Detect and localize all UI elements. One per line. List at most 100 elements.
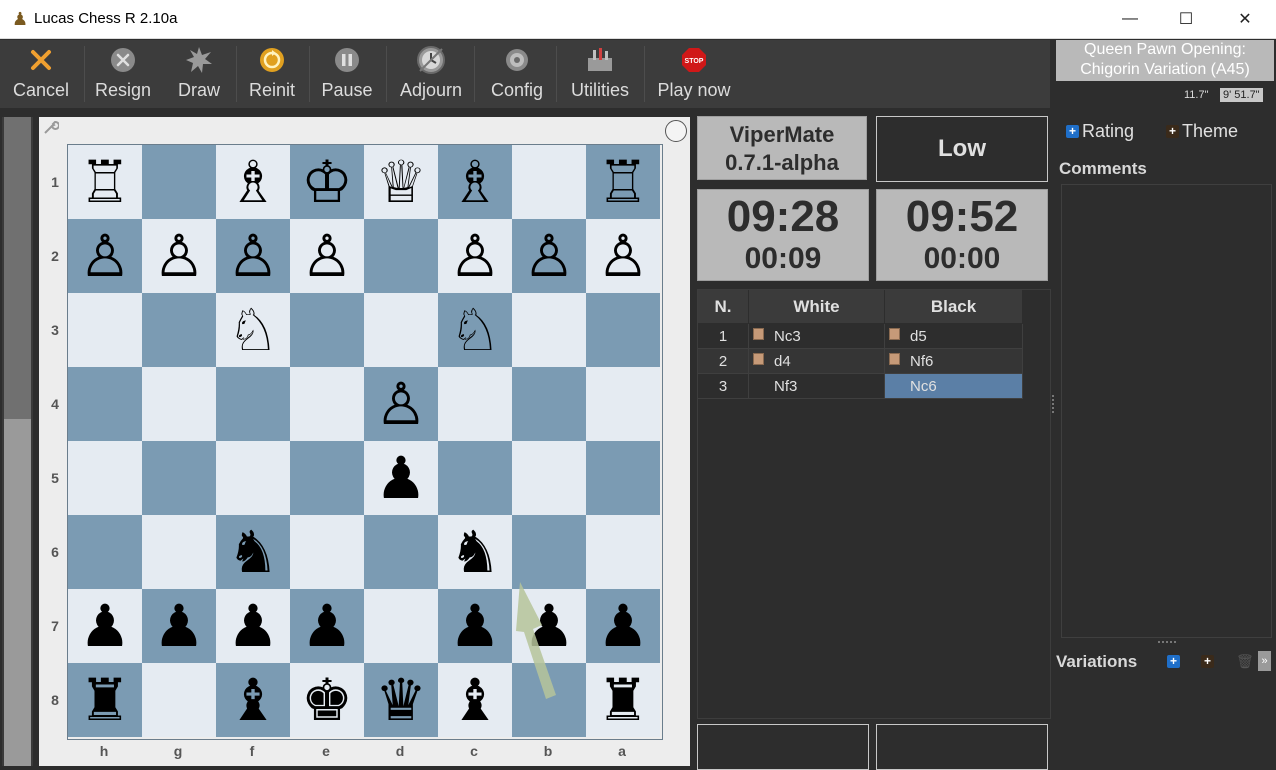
move-slider[interactable] — [2, 117, 33, 766]
chess-board[interactable]: ♖ ♗ ♔ ♕ ♗ ♖ ♙ ♙ ♙ ♙ ♙ ♙ ♙ ♘ ♘ ♙ ♟ ♞ ♞ ♟ ♟ ♟ ♟ ♟ ♟ ♟ ♜ ♝ ♚ ♛ ♝ ♜ — [67, 144, 663, 740]
play-now-button[interactable]: STOP Play now — [654, 40, 734, 108]
chess-piece[interactable]: ♙ — [449, 227, 501, 285]
board-square[interactable] — [68, 367, 142, 441]
utilities-button[interactable]: Utilities — [562, 40, 638, 108]
board-square[interactable]: ♖ — [586, 145, 660, 219]
rating-toggle[interactable]: + Rating — [1066, 121, 1134, 142]
add-variation-alt-icon[interactable]: + — [1201, 655, 1214, 668]
chess-piece[interactable]: ♟ — [449, 597, 501, 655]
board-square[interactable] — [142, 145, 216, 219]
chess-piece[interactable]: ♙ — [227, 227, 279, 285]
board-square[interactable]: ♝ — [216, 663, 290, 737]
board-square[interactable] — [438, 367, 512, 441]
table-row[interactable]: 2 d4 Nf6 — [698, 349, 1023, 374]
board-square[interactable]: ♟ — [216, 589, 290, 663]
board-square[interactable]: ♞ — [216, 515, 290, 589]
board-square[interactable] — [142, 515, 216, 589]
board-square[interactable]: ♞ — [438, 515, 512, 589]
chess-piece[interactable]: ♗ — [227, 153, 279, 211]
board-square[interactable]: ♜ — [586, 663, 660, 737]
board-square[interactable] — [586, 293, 660, 367]
board-square[interactable]: ♟ — [438, 589, 512, 663]
table-row[interactable]: 3 Nf3 Nc6 — [698, 374, 1023, 399]
col-header-black[interactable]: Black — [885, 290, 1023, 323]
board-square[interactable] — [512, 367, 586, 441]
chess-piece[interactable]: ♜ — [597, 671, 649, 729]
comments-textarea[interactable] — [1061, 184, 1272, 638]
board-square[interactable] — [290, 515, 364, 589]
board-square[interactable]: ♕ — [364, 145, 438, 219]
black-move-cell-selected[interactable]: Nc6 — [885, 374, 1023, 399]
adjourn-button[interactable]: Adjourn — [392, 40, 470, 108]
chess-piece[interactable]: ♙ — [153, 227, 205, 285]
board-square[interactable] — [512, 441, 586, 515]
chess-piece[interactable]: ♕ — [375, 153, 427, 211]
collapse-button[interactable]: » — [1258, 651, 1271, 671]
chess-piece[interactable]: ♘ — [449, 301, 501, 359]
board-square[interactable] — [68, 441, 142, 515]
board-square[interactable] — [586, 441, 660, 515]
chess-piece[interactable]: ♘ — [227, 301, 279, 359]
chess-piece[interactable]: ♔ — [301, 153, 353, 211]
col-header-white[interactable]: White — [749, 290, 885, 323]
board-square[interactable] — [290, 367, 364, 441]
chess-piece[interactable]: ♝ — [449, 671, 501, 729]
chess-piece[interactable]: ♙ — [597, 227, 649, 285]
resign-button[interactable]: Resign — [88, 40, 158, 108]
chess-piece[interactable]: ♛ — [375, 671, 427, 729]
board-square[interactable]: ♗ — [216, 145, 290, 219]
board-square[interactable]: ♙ — [586, 219, 660, 293]
board-square[interactable] — [364, 589, 438, 663]
chess-piece[interactable]: ♝ — [227, 671, 279, 729]
board-square[interactable] — [364, 515, 438, 589]
chess-piece[interactable]: ♟ — [227, 597, 279, 655]
maximize-button[interactable]: ☐ — [1157, 0, 1215, 38]
chess-piece[interactable]: ♞ — [449, 523, 501, 581]
chess-piece[interactable]: ♙ — [79, 227, 131, 285]
board-square[interactable]: ♟ — [586, 589, 660, 663]
theme-toggle[interactable]: + Theme — [1166, 121, 1238, 142]
pause-button[interactable]: Pause — [312, 40, 382, 108]
board-square[interactable] — [586, 367, 660, 441]
chess-piece[interactable]: ♟ — [153, 597, 205, 655]
board-square[interactable]: ♚ — [290, 663, 364, 737]
chess-piece[interactable]: ♜ — [79, 671, 131, 729]
chess-piece[interactable]: ♗ — [449, 153, 501, 211]
board-square[interactable] — [512, 145, 586, 219]
add-variation-icon[interactable]: + — [1167, 655, 1180, 668]
chess-piece[interactable]: ♙ — [375, 375, 427, 433]
board-square[interactable]: ♖ — [68, 145, 142, 219]
board-square[interactable]: ♙ — [68, 219, 142, 293]
col-header-n[interactable]: N. — [698, 290, 749, 323]
minimize-button[interactable]: — — [1101, 0, 1159, 38]
reinit-button[interactable]: Reinit — [237, 40, 307, 108]
slider-thumb[interactable] — [4, 419, 31, 766]
board-square[interactable]: ♜ — [68, 663, 142, 737]
chess-piece[interactable]: ♞ — [227, 523, 279, 581]
board-square[interactable]: ♘ — [438, 293, 512, 367]
white-move-cell[interactable]: Nc3 — [749, 324, 885, 349]
board-square[interactable] — [438, 441, 512, 515]
board-square[interactable]: ♙ — [142, 219, 216, 293]
board-square[interactable]: ♟ — [364, 441, 438, 515]
board-square[interactable] — [68, 515, 142, 589]
board-square[interactable]: ♙ — [216, 219, 290, 293]
chess-piece[interactable]: ♚ — [301, 671, 353, 729]
board-square[interactable] — [216, 367, 290, 441]
board-square[interactable] — [512, 515, 586, 589]
black-move-cell[interactable]: d5 — [885, 324, 1023, 349]
chess-piece[interactable]: ♟ — [375, 449, 427, 507]
board-square[interactable]: ♙ — [290, 219, 364, 293]
wrench-icon[interactable] — [43, 119, 60, 138]
board-square[interactable] — [142, 441, 216, 515]
trash-icon[interactable]: 🗑 — [1236, 653, 1254, 670]
board-square[interactable]: ♗ — [438, 145, 512, 219]
black-move-cell[interactable]: Nf6 — [885, 349, 1023, 374]
board-square[interactable] — [512, 663, 586, 737]
board-square[interactable] — [364, 219, 438, 293]
board-square[interactable]: ♙ — [364, 367, 438, 441]
splitter-handle[interactable] — [1052, 395, 1057, 413]
board-square[interactable]: ♟ — [142, 589, 216, 663]
close-button[interactable]: ✕ — [1216, 0, 1274, 38]
board-square[interactable]: ♟ — [290, 589, 364, 663]
